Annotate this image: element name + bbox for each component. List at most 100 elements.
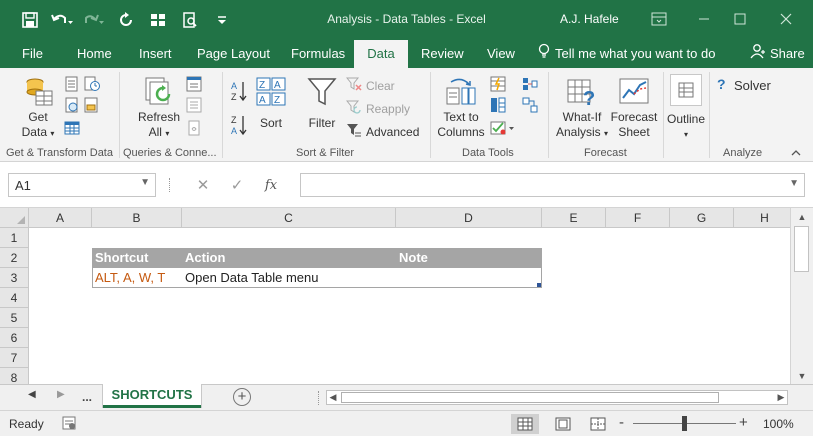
recent-sources-icon[interactable] — [84, 76, 100, 95]
tab-data[interactable]: Data — [354, 40, 408, 68]
column-header-e[interactable]: E — [542, 208, 606, 228]
formula-input[interactable]: ▼ — [300, 173, 805, 197]
minimize-icon[interactable] — [684, 6, 724, 32]
tab-view[interactable]: View — [477, 40, 525, 68]
remove-duplicates-icon[interactable] — [490, 97, 506, 116]
scroll-up-icon[interactable]: ▲ — [795, 210, 809, 224]
relationships-icon[interactable] — [522, 97, 538, 116]
from-text-icon[interactable] — [64, 76, 80, 95]
table-resize-handle[interactable] — [537, 283, 541, 287]
enter-icon[interactable]: ✓ — [220, 176, 254, 194]
tab-home[interactable]: Home — [67, 40, 122, 68]
save-icon[interactable] — [14, 8, 46, 32]
expand-formula-bar-icon[interactable]: ▼ — [789, 178, 799, 189]
table-header-note[interactable]: Note — [396, 248, 542, 268]
advanced-button[interactable]: Advanced — [346, 122, 419, 141]
tab-file[interactable]: File — [12, 40, 53, 68]
refresh-all-button[interactable]: Refresh All ▾ — [134, 76, 184, 141]
column-header-b[interactable]: B — [92, 208, 182, 228]
vertical-scroll-thumb[interactable] — [794, 226, 809, 272]
solver-button[interactable]: ? Solver — [716, 76, 771, 95]
print-preview-icon[interactable] — [174, 8, 206, 32]
maximize-icon[interactable] — [720, 6, 760, 32]
name-box[interactable]: A1 ▼ — [8, 173, 156, 197]
table-header-action[interactable]: Action — [182, 248, 396, 268]
properties-icon[interactable] — [186, 97, 202, 116]
table-cell-note[interactable] — [396, 268, 542, 288]
redo-icon[interactable] — [78, 8, 110, 32]
zoom-in-button[interactable]: + — [739, 414, 748, 431]
sort-button[interactable]: ZAAZ Sort — [253, 76, 289, 131]
refresh-icon[interactable] — [110, 8, 142, 32]
tab-insert[interactable]: Insert — [129, 40, 182, 68]
row-header-4[interactable]: 4 — [0, 288, 29, 308]
previous-sheet-icon[interactable]: ◀ — [28, 389, 36, 400]
tab-page-layout[interactable]: Page Layout — [187, 40, 280, 68]
from-web-icon[interactable] — [64, 97, 80, 116]
outline-button[interactable]: Outline ▾ — [665, 74, 707, 142]
row-header-2[interactable]: 2 — [0, 248, 29, 268]
what-if-analysis-button[interactable]: ? What-If Analysis ▾ — [554, 76, 610, 141]
undo-icon[interactable] — [46, 8, 78, 32]
scroll-right-icon[interactable]: ▶ — [775, 391, 787, 404]
filter-button[interactable]: Filter — [302, 76, 342, 131]
row-header-1[interactable]: 1 — [0, 228, 29, 248]
row-header-6[interactable]: 6 — [0, 328, 29, 348]
from-table-icon[interactable] — [64, 120, 80, 139]
row-header-3[interactable]: 3 — [0, 268, 29, 288]
tab-formulas[interactable]: Formulas — [281, 40, 355, 68]
text-to-columns-button[interactable]: Text to Columns — [434, 76, 488, 140]
row-header-7[interactable]: 7 — [0, 348, 29, 368]
ribbon-display-options-icon[interactable] — [639, 6, 679, 32]
page-break-preview-icon[interactable] — [584, 414, 612, 434]
forecast-sheet-button[interactable]: Forecast Sheet — [609, 76, 659, 140]
column-header-h[interactable]: H — [734, 208, 790, 228]
worksheet-grid[interactable]: A B C D E F G H 1 2 3 4 5 6 7 8 Shortcut… — [0, 208, 790, 384]
reapply-button[interactable]: Reapply — [345, 99, 410, 118]
add-sheet-icon[interactable]: + — [233, 388, 251, 406]
data-validation-icon[interactable] — [490, 120, 516, 139]
existing-connections-icon[interactable] — [84, 97, 100, 116]
column-header-a[interactable]: A — [29, 208, 92, 228]
zoom-level[interactable]: 100% — [763, 417, 794, 431]
column-header-f[interactable]: F — [606, 208, 670, 228]
column-header-d[interactable]: D — [396, 208, 542, 228]
close-icon[interactable] — [766, 6, 806, 32]
select-all-button[interactable] — [0, 208, 29, 228]
form-icon[interactable] — [142, 8, 174, 32]
table-cell-shortcut[interactable]: ALT, A, W, T — [92, 268, 182, 288]
horizontal-scrollbar[interactable]: ◀ ▶ — [326, 390, 788, 405]
tab-review[interactable]: Review — [411, 40, 474, 68]
cancel-icon[interactable]: ✕ — [186, 176, 220, 194]
sort-a-to-z-icon[interactable]: AZ — [230, 80, 248, 105]
insert-function-icon[interactable]: fx — [254, 178, 288, 193]
clear-button[interactable]: Clear — [345, 76, 395, 95]
user-name[interactable]: A.J. Hafele — [560, 12, 619, 26]
sheet-tab-shortcuts[interactable]: SHORTCUTS — [103, 384, 201, 408]
sort-z-to-a-icon[interactable]: ZA — [230, 114, 248, 139]
formula-bar-grip-icon[interactable] — [169, 178, 172, 192]
scroll-left-icon[interactable]: ◀ — [327, 391, 339, 404]
column-header-g[interactable]: G — [670, 208, 734, 228]
normal-view-icon[interactable] — [511, 414, 539, 434]
vertical-scrollbar[interactable]: ▲ ▼ — [790, 208, 813, 384]
get-data-button[interactable]: Get Data ▾ — [14, 76, 62, 141]
more-sheets-button[interactable]: ... — [82, 390, 92, 404]
customize-qat-icon[interactable] — [206, 8, 238, 32]
chevron-down-icon[interactable]: ▼ — [140, 177, 150, 188]
page-layout-view-icon[interactable] — [549, 414, 577, 434]
macro-recording-icon[interactable] — [62, 416, 76, 433]
horizontal-scroll-thumb[interactable] — [341, 392, 719, 403]
queries-connections-icon[interactable] — [186, 76, 202, 95]
table-header-shortcut[interactable]: Shortcut — [92, 248, 182, 268]
table-cell-action[interactable]: Open Data Table menu — [182, 268, 396, 288]
share-button[interactable]: Share — [750, 40, 805, 68]
collapse-ribbon-icon[interactable] — [790, 147, 802, 161]
next-sheet-icon[interactable]: ▶ — [57, 389, 65, 400]
consolidate-icon[interactable] — [522, 76, 538, 95]
zoom-slider-thumb[interactable] — [682, 416, 687, 431]
tell-me-search[interactable]: Tell me what you want to do — [538, 40, 715, 68]
row-header-8[interactable]: 8 — [0, 368, 29, 384]
hscroll-grip-icon[interactable] — [318, 391, 321, 405]
row-header-5[interactable]: 5 — [0, 308, 29, 328]
